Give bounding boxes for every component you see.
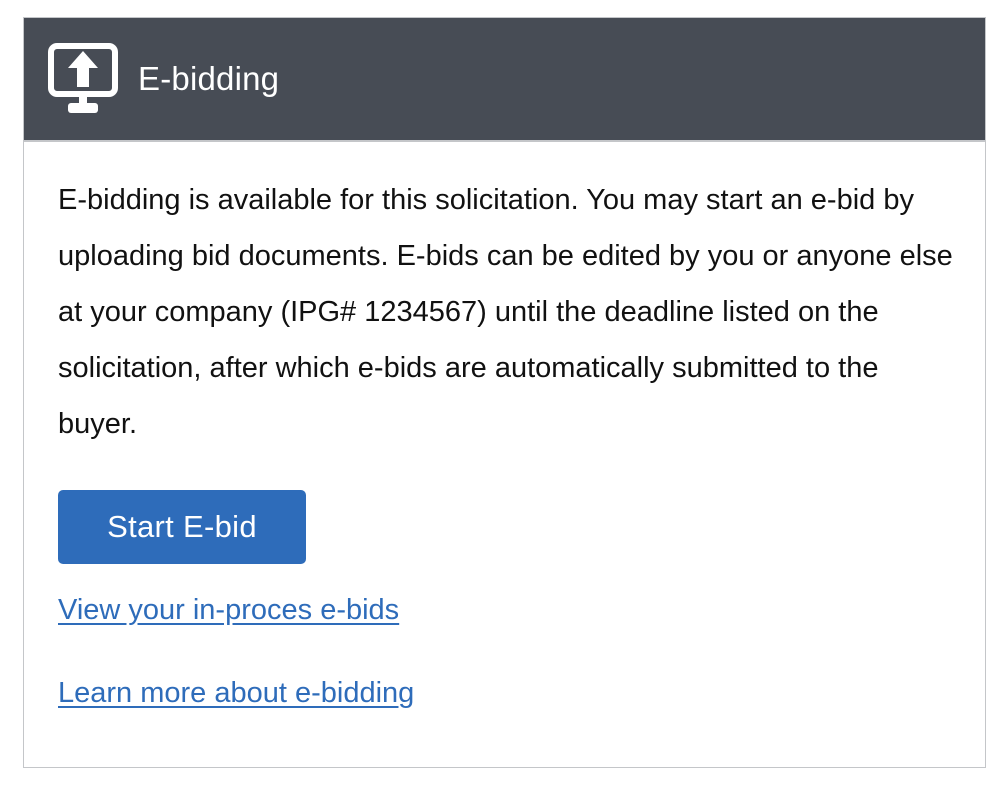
panel-header: E-bidding (24, 18, 985, 142)
monitor-upload-icon (48, 43, 118, 115)
e-bidding-panel: E-bidding E-bidding is available for thi… (23, 17, 986, 768)
panel-title: E-bidding (138, 60, 280, 97)
e-bidding-description: E-bidding is available for this solicita… (58, 184, 953, 440)
view-in-process-e-bids-link[interactable]: View your in-proces e-bids (58, 594, 951, 627)
panel-body: E-bidding is available for this solicita… (24, 142, 985, 710)
start-e-bid-button[interactable]: Start E-bid (58, 490, 306, 564)
learn-more-e-bidding-link[interactable]: Learn more about e-bidding (58, 677, 951, 710)
